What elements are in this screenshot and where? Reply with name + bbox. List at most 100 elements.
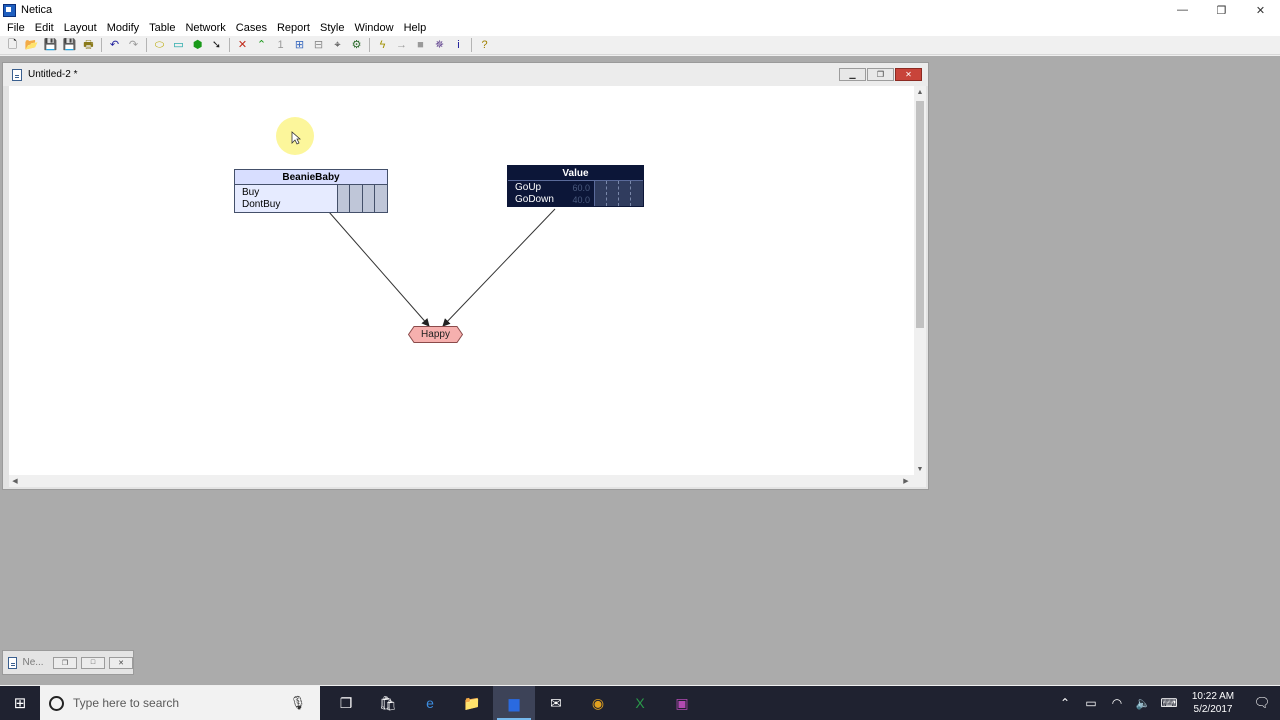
vertical-scrollbar[interactable]: ▲ ▼	[914, 86, 926, 475]
link-number-icon[interactable]: 1	[271, 37, 290, 54]
menu-edit[interactable]: Edit	[30, 20, 59, 36]
scroll-thumb[interactable]	[916, 101, 924, 328]
belief-bars	[337, 185, 387, 212]
toolbar-separator	[229, 38, 230, 52]
network-canvas[interactable]: BeanieBaby Buy DontBuy Value GoUp 60.0 G…	[9, 86, 914, 475]
scroll-down-icon[interactable]: ▼	[914, 463, 926, 475]
node-happy[interactable]: Happy	[408, 326, 463, 343]
menu-table[interactable]: Table	[144, 20, 180, 36]
chrome-browser-icon[interactable]: ◉	[577, 686, 619, 720]
recorder-app-icon[interactable]: ▣	[661, 686, 703, 720]
delete-link-icon[interactable]: ✕	[233, 37, 252, 54]
sensitivity-icon[interactable]: ⌖	[328, 37, 347, 54]
link-beaniebaby-to-happy[interactable]	[328, 211, 430, 327]
maximize-restore-button[interactable]: ❐	[1202, 0, 1241, 20]
mini-maximize-button[interactable]: □	[81, 656, 105, 669]
add-link-icon[interactable]: ⌃	[252, 37, 271, 54]
utility-node-tool-icon[interactable]: ⬢	[188, 37, 207, 54]
redo-icon[interactable]: ↷	[124, 37, 143, 54]
stop-square-icon[interactable]: ■	[411, 37, 430, 54]
menu-help[interactable]: Help	[399, 20, 432, 36]
keyboard-icon[interactable]: ⌨	[1156, 696, 1182, 710]
mini-close-button[interactable]: ✕	[109, 656, 133, 669]
horizontal-scrollbar[interactable]: ◀ ▶	[9, 475, 914, 487]
menu-cases[interactable]: Cases	[231, 20, 272, 36]
link-value-to-happy[interactable]	[442, 208, 556, 327]
state-probability: 40.0	[572, 195, 590, 205]
menu-modify[interactable]: Modify	[102, 20, 144, 36]
resize-grip[interactable]	[914, 475, 926, 487]
file-explorer-icon[interactable]: 📁	[451, 686, 493, 720]
menu-style[interactable]: Style	[315, 20, 349, 36]
new-icon[interactable]: 🗋	[3, 37, 22, 54]
menu-layout[interactable]: Layout	[59, 20, 102, 36]
toolbar: 🗋 📂 💾 💾 🖶 ↶ ↷ ⬭ ▭ ⬢ ➘ ✕ ⌃ 1 ⊞ ⊟ ⌖ ⚙ ϟ → ■ ✵ i?	[0, 36, 1280, 55]
node-title: BeanieBaby	[235, 170, 387, 185]
node-value[interactable]: Value GoUp 60.0 GoDown 40.0	[507, 165, 644, 207]
add-parent-icon[interactable]: ⊞	[290, 37, 309, 54]
edge-browser-icon[interactable]: e	[409, 686, 451, 720]
notification-icon[interactable]: 🗨	[1244, 695, 1280, 711]
toolbar-separator	[471, 38, 472, 52]
clock-time: 10:22 AM	[1191, 691, 1235, 702]
open-folder-icon[interactable]: 📂	[22, 37, 41, 54]
undo-icon[interactable]: ↶	[105, 37, 124, 54]
menu-window[interactable]: Window	[349, 20, 398, 36]
network-window-title-bar[interactable]: Untitled-2 * ▁ ❐ ✕	[3, 63, 928, 86]
netica-app-icon	[3, 3, 16, 17]
taskbar-search[interactable]: Type here to search 🎙	[40, 686, 320, 720]
wifi-icon[interactable]: ◠	[1104, 696, 1130, 710]
taskbar: ⊞ Type here to search 🎙 ❐ 🛍 e 📁 ▆ ✉ ◉ X ▣ ⌃ ▭ ◠ …	[0, 686, 1280, 720]
mail-icon[interactable]: ✉	[535, 686, 577, 720]
optimize-star-icon[interactable]: ✵	[430, 37, 449, 54]
netica-app-icon[interactable]: ▆	[493, 686, 535, 720]
links-layer	[328, 208, 556, 327]
node-graph-icon[interactable]: ⚙	[347, 37, 366, 54]
child-close-button[interactable]: ✕	[895, 68, 922, 81]
menu-file[interactable]: File	[2, 20, 30, 36]
child-restore-button[interactable]: ❐	[867, 68, 894, 81]
state-label: GoUp	[515, 182, 542, 193]
window-controls: — ❐ ✕	[1163, 0, 1280, 20]
menu-network[interactable]: Network	[180, 20, 230, 36]
state-label: Buy	[242, 187, 260, 198]
menu-bar: File Edit Layout Modify Table Network Cases Rep…	[0, 20, 1280, 36]
right-arrow-icon[interactable]: →	[392, 37, 411, 54]
scroll-right-icon[interactable]: ▶	[900, 475, 912, 487]
minimized-network-window[interactable]: Ne... ❐ □ ✕	[2, 650, 134, 675]
task-view-icon[interactable]: ❐	[325, 686, 367, 720]
clock[interactable]: 10:22 AM 5/2/2017	[1182, 690, 1244, 716]
scroll-left-icon[interactable]: ◀	[9, 475, 21, 487]
save-icon[interactable]: 💾	[41, 37, 60, 54]
chance-node-tool-icon[interactable]: ⬭	[150, 37, 169, 54]
state-row: GoDown 40.0	[515, 194, 594, 206]
node-body: Buy DontBuy	[235, 185, 387, 212]
minimize-button[interactable]: —	[1163, 0, 1202, 20]
close-button[interactable]: ✕	[1241, 0, 1280, 20]
info-icon[interactable]: i	[449, 37, 468, 54]
child-minimize-button[interactable]: ▁	[839, 68, 866, 81]
compile-lightning-icon[interactable]: ϟ	[373, 37, 392, 54]
battery-icon[interactable]: ▭	[1078, 696, 1104, 710]
chevron-up-icon[interactable]: ⌃	[1052, 696, 1078, 710]
minimized-window-controls: ❐ □ ✕	[53, 656, 133, 669]
store-icon[interactable]: 🛍	[367, 686, 409, 720]
volume-icon[interactable]: 🔈	[1130, 696, 1156, 710]
menu-report[interactable]: Report	[272, 20, 315, 36]
microphone-icon[interactable]: 🎙	[289, 695, 306, 711]
help-question-icon[interactable]: ?	[475, 37, 494, 54]
decision-node-tool-icon[interactable]: ▭	[169, 37, 188, 54]
node-beaniebaby[interactable]: BeanieBaby Buy DontBuy	[234, 169, 388, 213]
absorb-node-icon[interactable]: ⊟	[309, 37, 328, 54]
select-arrow-tool-icon[interactable]: ➘	[207, 37, 226, 54]
mini-restore-button[interactable]: ❐	[53, 656, 77, 669]
scroll-up-icon[interactable]: ▲	[914, 86, 926, 98]
print-icon[interactable]: 🖶	[79, 37, 98, 54]
minimized-window-title: Ne...	[22, 657, 43, 668]
windows-start-icon[interactable]: ⊞	[0, 686, 40, 720]
node-title: Value	[508, 166, 643, 181]
toolbar-separator	[146, 38, 147, 52]
belief-bars	[594, 181, 643, 206]
excel-icon[interactable]: X	[619, 686, 661, 720]
save-all-icon[interactable]: 💾	[60, 37, 79, 54]
